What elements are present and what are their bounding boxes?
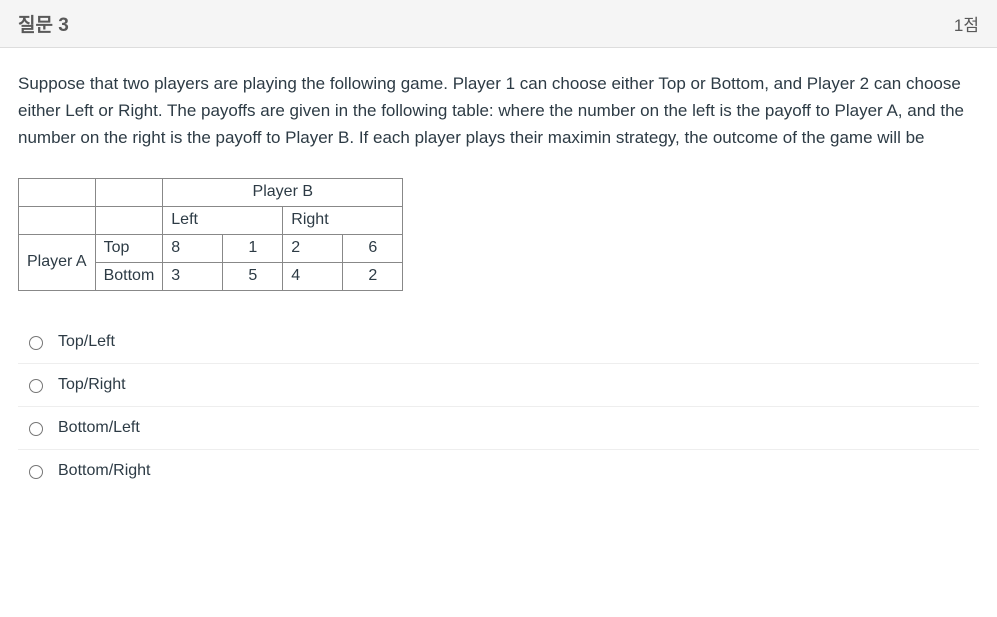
row-label-top: Top (95, 234, 163, 262)
answer-radio[interactable] (29, 336, 43, 350)
row-label-bottom: Bottom (95, 262, 163, 290)
payoff-cell: 2 (283, 234, 343, 262)
row-player-label: Player A (19, 234, 96, 290)
table-empty-cell (95, 178, 163, 206)
col-label-right: Right (283, 206, 403, 234)
question-prompt: Suppose that two players are playing the… (18, 70, 979, 152)
answer-label: Top/Right (58, 376, 126, 394)
answer-radio[interactable] (29, 379, 43, 393)
payoff-cell: 5 (223, 262, 283, 290)
question-header: 질문 3 1점 (0, 0, 997, 48)
question-points: 1점 (954, 11, 979, 36)
payoff-table: Player B Left Right Player A Top 8 1 2 6… (18, 178, 403, 291)
answer-label: Bottom/Right (58, 462, 150, 480)
payoff-cell: 4 (283, 262, 343, 290)
answer-radio[interactable] (29, 465, 43, 479)
payoff-cell: 3 (163, 262, 223, 290)
answer-label: Bottom/Left (58, 419, 140, 437)
question-title: 질문 3 (18, 10, 69, 37)
table-empty-cell (19, 206, 96, 234)
payoff-cell: 1 (223, 234, 283, 262)
payoff-cell: 6 (343, 234, 403, 262)
col-label-left: Left (163, 206, 283, 234)
answer-option[interactable]: Bottom/Right (18, 449, 979, 492)
table-empty-cell (95, 206, 163, 234)
answer-list: Top/Left Top/Right Bottom/Left Bottom/Ri… (18, 321, 979, 492)
answer-option[interactable]: Top/Left (18, 321, 979, 363)
col-player-label: Player B (163, 178, 403, 206)
answer-option[interactable]: Top/Right (18, 363, 979, 406)
answer-option[interactable]: Bottom/Left (18, 406, 979, 449)
answer-label: Top/Left (58, 333, 115, 351)
table-empty-cell (19, 178, 96, 206)
question-body: Suppose that two players are playing the… (0, 48, 997, 502)
payoff-cell: 2 (343, 262, 403, 290)
payoff-cell: 8 (163, 234, 223, 262)
answer-radio[interactable] (29, 422, 43, 436)
